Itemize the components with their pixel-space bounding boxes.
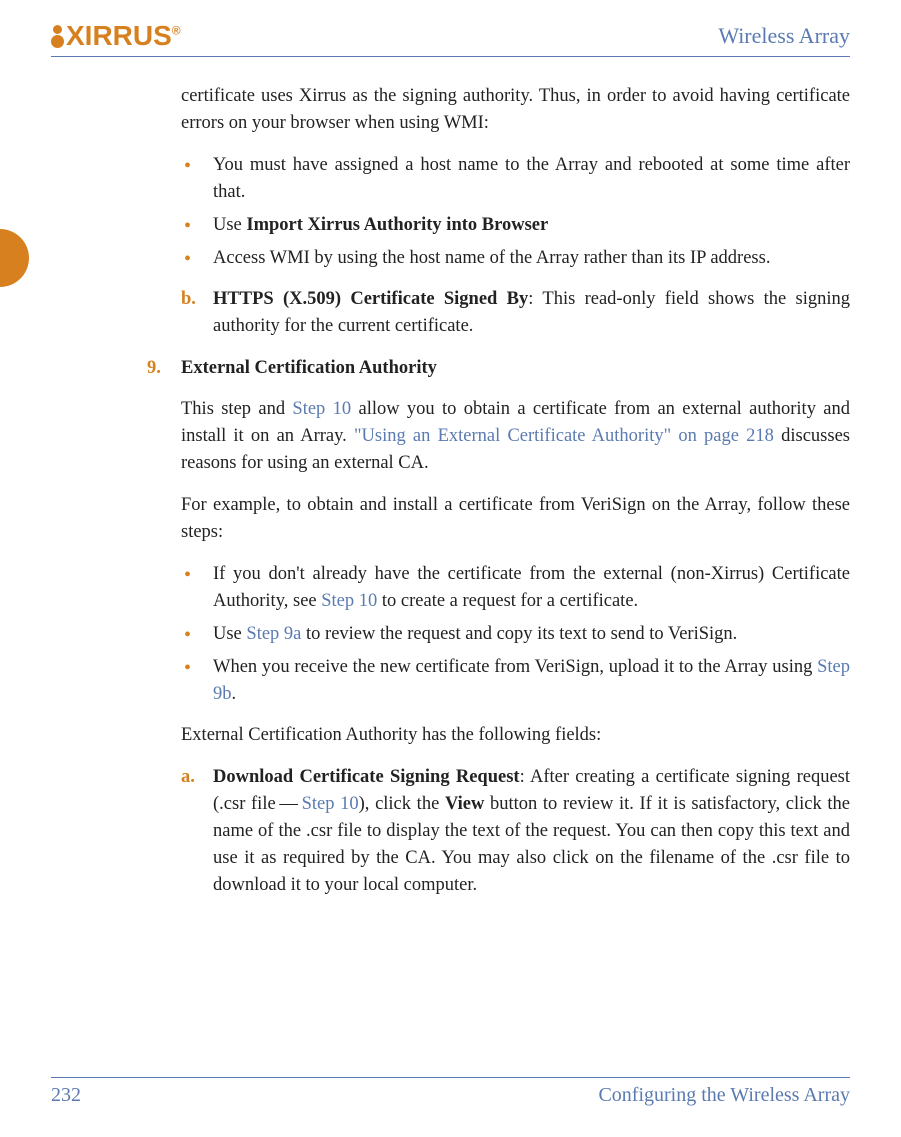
list-item: You must have assigned a host name to th… [181,152,850,206]
bullet-list-2: If you don't already have the certificat… [181,561,850,708]
page-number: 232 [51,1084,81,1107]
sub-body-a: Download Certificate Signing Request: Af… [213,764,850,899]
list-item: When you receive the new certificate fro… [181,654,850,708]
step-9: 9. External Certification Authority This… [147,355,850,914]
sub-label-a: a. [181,764,213,899]
bullet-list-1: You must have assigned a host name to th… [181,152,850,272]
link-step10-b[interactable]: Step 10 [321,591,377,611]
logo-icon [51,25,64,48]
link-step9a[interactable]: Step 9a [246,624,301,644]
step-9-p2: For example, to obtain and install a cer… [181,492,850,546]
intro-paragraph: certificate uses Xirrus as the signing a… [181,83,850,137]
step-9-p3: External Certification Authority has the… [181,722,850,749]
body-content: certificate uses Xirrus as the signing a… [51,83,850,914]
sub-body-b: HTTPS (X.509) Certificate Signed By: Thi… [213,286,850,340]
sub-item-a: a. Download Certificate Signing Request:… [181,764,850,899]
list-item: Access WMI by using the host name of the… [181,245,850,272]
sub-item-b: b. HTTPS (X.509) Certificate Signed By: … [181,286,850,340]
link-step10[interactable]: Step 10 [292,399,351,419]
step-9-label: 9. [147,355,181,914]
footer-section: Configuring the Wireless Array [598,1084,850,1107]
link-step10-c[interactable]: Step 10 [302,794,359,814]
list-item: If you don't already have the certificat… [181,561,850,615]
step-9-title: External Certification Authority [181,355,850,382]
step-9-p1: This step and Step 10 allow you to obtai… [181,396,850,477]
logo-text: XIRRUS® [66,20,181,52]
sub-label-b: b. [181,286,213,340]
header-title: Wireless Array [718,23,850,49]
list-item: Use Step 9a to review the request and co… [181,621,850,648]
list-item: Use Import Xirrus Authority into Browser [181,212,850,239]
side-tab-icon [0,229,29,287]
page-header: XIRRUS® Wireless Array [51,20,850,57]
xirrus-logo: XIRRUS® [51,20,181,52]
link-external-cert-authority[interactable]: "Using an External Certificate Authority… [354,426,774,446]
page-footer: 232 Configuring the Wireless Array [51,1077,850,1107]
